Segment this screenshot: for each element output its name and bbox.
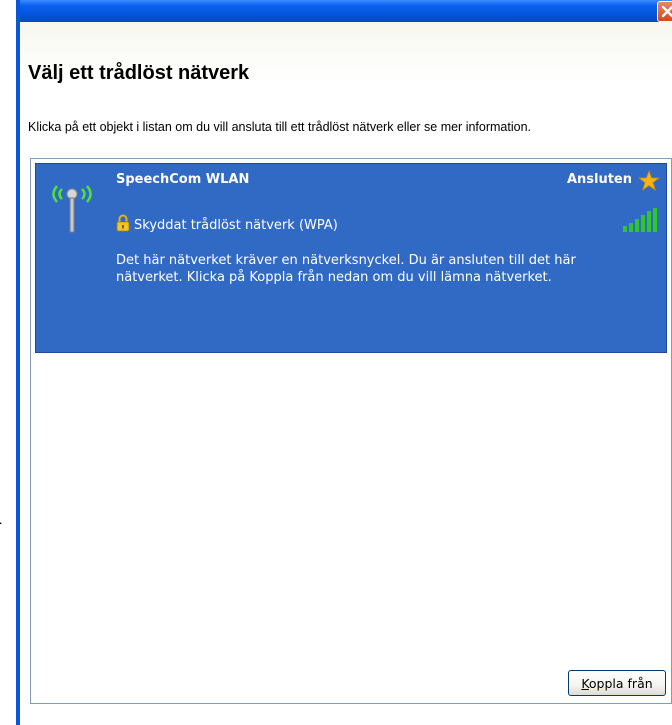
title-bar <box>20 0 672 22</box>
background-glyph: K <box>0 468 16 538</box>
wireless-antenna-icon <box>52 185 92 233</box>
star-icon <box>638 170 660 192</box>
wireless-network-dialog: Välj ett trådlöst nätverk Klicka på ett … <box>16 0 672 725</box>
network-list[interactable]: SpeechCom WLAN Ansluten Skyddat trådlöst… <box>30 158 672 704</box>
connection-status: Ansluten <box>566 172 632 187</box>
close-icon <box>661 5 672 18</box>
signal-strength-icon <box>623 208 657 232</box>
security-type: Skyddat trådlöst nätverk (WPA) <box>134 218 338 233</box>
background-glyph-text: K <box>0 468 1 538</box>
background-strip <box>0 0 16 725</box>
network-list-item[interactable]: SpeechCom WLAN Ansluten Skyddat trådlöst… <box>35 163 667 353</box>
page-title: Välj ett trådlöst nätverk <box>28 62 250 84</box>
network-description: Det här nätverket kräver en nätverksnyck… <box>116 253 576 285</box>
instruction-text: Klicka på ett objekt i listan om du vill… <box>28 120 531 134</box>
disconnect-button[interactable]: Koppla från <box>568 670 666 696</box>
close-button[interactable] <box>657 1 672 22</box>
lock-icon <box>116 214 130 232</box>
network-name: SpeechCom WLAN <box>116 172 250 187</box>
dialog-content: Välj ett trådlöst nätverk Klicka på ett … <box>20 22 672 725</box>
disconnect-button-label: Koppla från <box>581 675 653 691</box>
